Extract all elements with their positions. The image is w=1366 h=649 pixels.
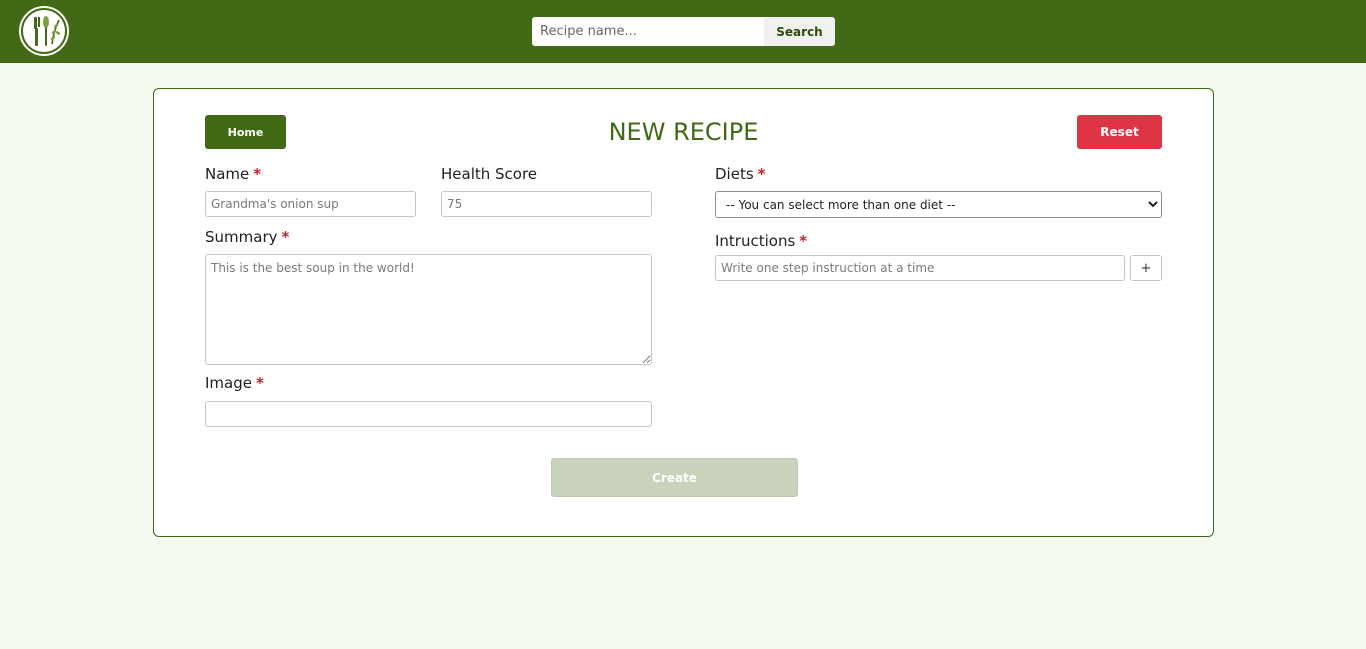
image-label: Image * [205, 374, 264, 392]
name-label-text: Name [205, 165, 250, 183]
required-mark: * [799, 232, 808, 250]
recipe-logo-icon[interactable] [19, 6, 69, 56]
summary-label: Summary * [205, 228, 289, 246]
search-bar: Search [532, 17, 835, 46]
image-url-field[interactable] [205, 401, 652, 427]
health-score-label: Health Score [441, 165, 537, 183]
diets-select[interactable]: -- You can select more than one diet -- [715, 191, 1162, 218]
health-score-label-text: Health Score [441, 165, 538, 183]
instruction-step-field[interactable] [715, 255, 1125, 281]
required-mark: * [281, 228, 290, 246]
home-button[interactable]: Home [205, 115, 286, 149]
required-mark: * [255, 374, 264, 392]
summary-label-text: Summary [205, 228, 278, 246]
search-button[interactable]: Search [764, 17, 835, 46]
instructions-label-text: Intructions [715, 232, 796, 250]
required-mark: * [757, 165, 766, 183]
create-button[interactable]: Create [551, 458, 798, 497]
diets-label: Diets * [715, 165, 766, 183]
required-mark: * [253, 165, 262, 183]
search-input[interactable] [532, 17, 764, 46]
summary-textarea[interactable] [205, 254, 652, 365]
image-label-text: Image [205, 374, 252, 392]
page-title: NEW RECIPE [608, 118, 759, 146]
health-score-field[interactable] [441, 191, 652, 217]
reset-button[interactable]: Reset [1077, 115, 1162, 149]
instructions-label: Intructions * [715, 232, 807, 250]
new-recipe-form: NEW RECIPE Home Reset Name* Health Score… [153, 88, 1214, 537]
diets-label-text: Diets [715, 165, 754, 183]
add-instruction-button[interactable]: + [1130, 255, 1162, 281]
top-navbar: Search [0, 0, 1366, 63]
name-label: Name * [205, 165, 261, 183]
name-field[interactable] [205, 191, 416, 217]
